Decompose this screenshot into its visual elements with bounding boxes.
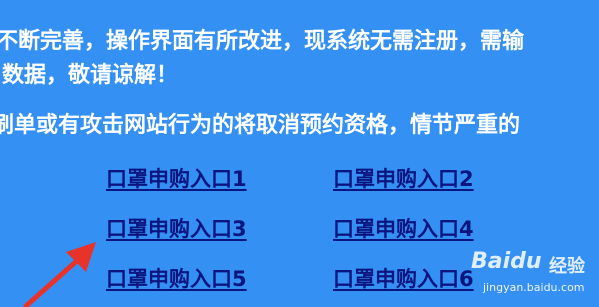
mask-purchase-entry-2-link[interactable]: 口罩申购入口2 [333,166,474,192]
baidu-logo-text: Baidu [471,249,542,274]
notice-line-1: 不断完善，操作界面有所改进，现系统无需注册，需输 [0,29,525,54]
notice-line-2: 数据，敬请谅解！ [2,63,179,88]
red-arrow-icon [23,242,96,307]
notice-line-3: 刷单或有攻击网站行为的将取消预约资格，情节严重的 [0,113,521,138]
mask-purchase-entry-4-link[interactable]: 口罩申购入口4 [333,216,474,242]
watermark-url: jingyan.baidu.com [483,281,585,294]
watermark-brand: 经验 [549,256,585,277]
mask-purchase-entry-1-link[interactable]: 口罩申购入口1 [106,166,247,192]
mask-purchase-entry-5-link[interactable]: 口罩申购入口5 [106,266,247,292]
baidu-logo: Baidu [471,249,542,274]
mask-purchase-entry-6-link[interactable]: 口罩申购入口6 [333,266,474,292]
mask-purchase-entry-3-link[interactable]: 口罩申购入口3 [106,216,247,242]
baidu-jingyan-watermark: Baidu 经验 jingyan.baidu.com [471,249,591,303]
